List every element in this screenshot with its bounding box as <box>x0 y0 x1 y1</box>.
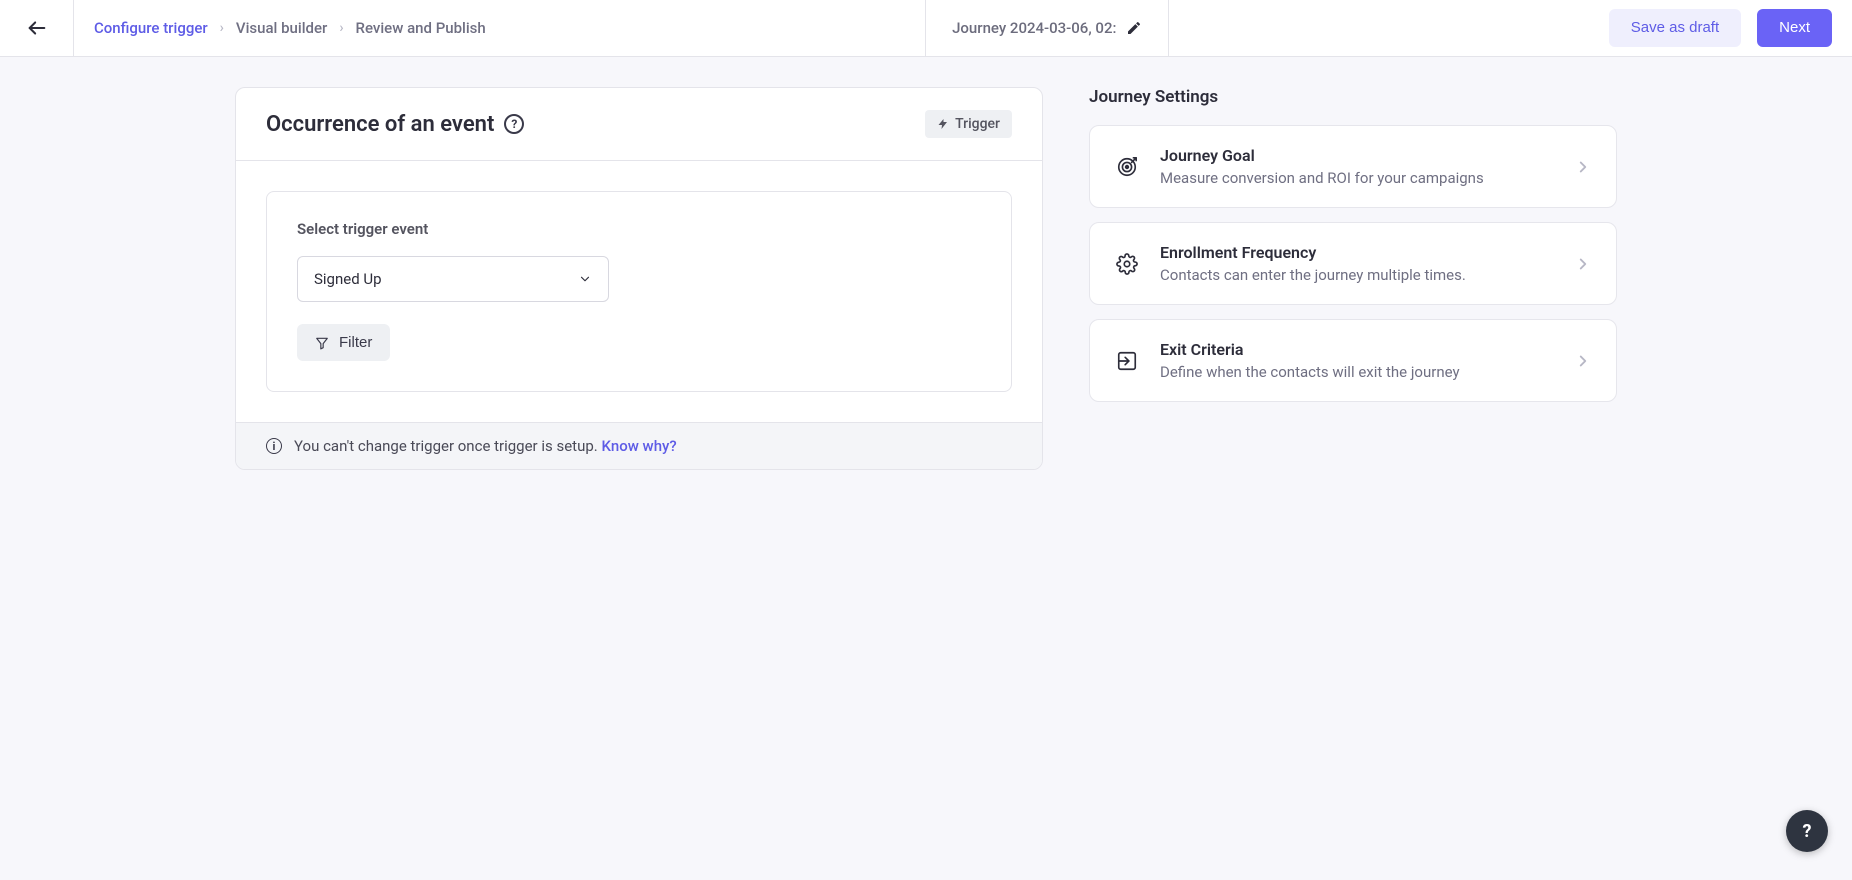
journey-title-container: Journey 2024-03-06, 02: <box>925 0 1169 56</box>
setting-card-enrollment-frequency[interactable]: Enrollment Frequency Contacts can enter … <box>1089 222 1617 305</box>
page-body: Occurrence of an event ? Trigger Select … <box>0 57 1852 470</box>
know-why-link[interactable]: Know why? <box>601 437 676 455</box>
trigger-card-title-text: Occurrence of an event <box>266 112 494 137</box>
exit-icon <box>1114 348 1140 374</box>
journey-settings-heading: Journey Settings <box>1089 87 1617 107</box>
trigger-badge: Trigger <box>925 110 1012 138</box>
filter-button[interactable]: Filter <box>297 324 390 361</box>
chevron-right-icon: › <box>220 20 224 36</box>
trigger-card-title: Occurrence of an event ? <box>266 112 524 137</box>
help-fab[interactable]: ? <box>1786 810 1828 852</box>
bolt-icon <box>937 117 949 131</box>
chevron-down-icon <box>578 272 592 286</box>
header-actions: Save as draft Next <box>1589 0 1852 56</box>
footer-note-text: You can't change trigger once trigger is… <box>294 437 598 455</box>
chevron-right-icon <box>1574 158 1592 176</box>
info-icon: i <box>266 438 282 454</box>
trigger-card-footer: i You can't change trigger once trigger … <box>236 422 1042 469</box>
breadcrumb-step-visual-builder[interactable]: Visual builder <box>236 19 327 37</box>
pencil-icon[interactable] <box>1126 20 1142 36</box>
footer-note: You can't change trigger once trigger is… <box>294 437 677 455</box>
journey-title: Journey 2024-03-06, 02: <box>952 19 1116 37</box>
setting-desc: Measure conversion and ROI for your camp… <box>1160 169 1554 187</box>
setting-title: Enrollment Frequency <box>1160 243 1554 262</box>
chevron-right-icon <box>1574 255 1592 273</box>
gear-icon <box>1114 251 1140 277</box>
setting-title: Exit Criteria <box>1160 340 1554 359</box>
trigger-card-header: Occurrence of an event ? Trigger <box>236 88 1042 161</box>
next-button[interactable]: Next <box>1757 9 1832 47</box>
arrow-left-icon <box>26 17 48 39</box>
setting-title: Journey Goal <box>1160 146 1554 165</box>
setting-card-journey-goal[interactable]: Journey Goal Measure conversion and ROI … <box>1089 125 1617 208</box>
filter-icon <box>315 336 329 350</box>
select-trigger-label: Select trigger event <box>297 220 981 238</box>
chevron-right-icon: › <box>339 20 343 36</box>
trigger-subcard: Select trigger event Signed Up Filter <box>266 191 1012 392</box>
trigger-event-select[interactable]: Signed Up <box>297 256 609 302</box>
setting-desc: Contacts can enter the journey multiple … <box>1160 266 1554 284</box>
trigger-card-body: Select trigger event Signed Up Filter <box>236 161 1042 422</box>
back-button[interactable] <box>0 0 74 56</box>
save-draft-button[interactable]: Save as draft <box>1609 9 1741 47</box>
trigger-card: Occurrence of an event ? Trigger Select … <box>235 87 1043 470</box>
app-header: Configure trigger › Visual builder › Rev… <box>0 0 1852 57</box>
target-icon <box>1114 154 1140 180</box>
help-icon[interactable]: ? <box>504 114 524 134</box>
setting-text: Enrollment Frequency Contacts can enter … <box>1160 243 1554 284</box>
breadcrumb-step-review[interactable]: Review and Publish <box>356 19 486 37</box>
filter-button-label: Filter <box>339 334 372 351</box>
setting-desc: Define when the contacts will exit the j… <box>1160 363 1554 381</box>
chevron-right-icon <box>1574 352 1592 370</box>
trigger-event-value: Signed Up <box>314 270 382 288</box>
setting-text: Exit Criteria Define when the contacts w… <box>1160 340 1554 381</box>
breadcrumb-step-configure[interactable]: Configure trigger <box>94 19 208 37</box>
trigger-badge-label: Trigger <box>955 116 1000 132</box>
setting-card-exit-criteria[interactable]: Exit Criteria Define when the contacts w… <box>1089 319 1617 402</box>
breadcrumb: Configure trigger › Visual builder › Rev… <box>74 0 506 56</box>
setting-text: Journey Goal Measure conversion and ROI … <box>1160 146 1554 187</box>
journey-settings-panel: Journey Settings Journey Goal Measure co… <box>1089 87 1617 416</box>
